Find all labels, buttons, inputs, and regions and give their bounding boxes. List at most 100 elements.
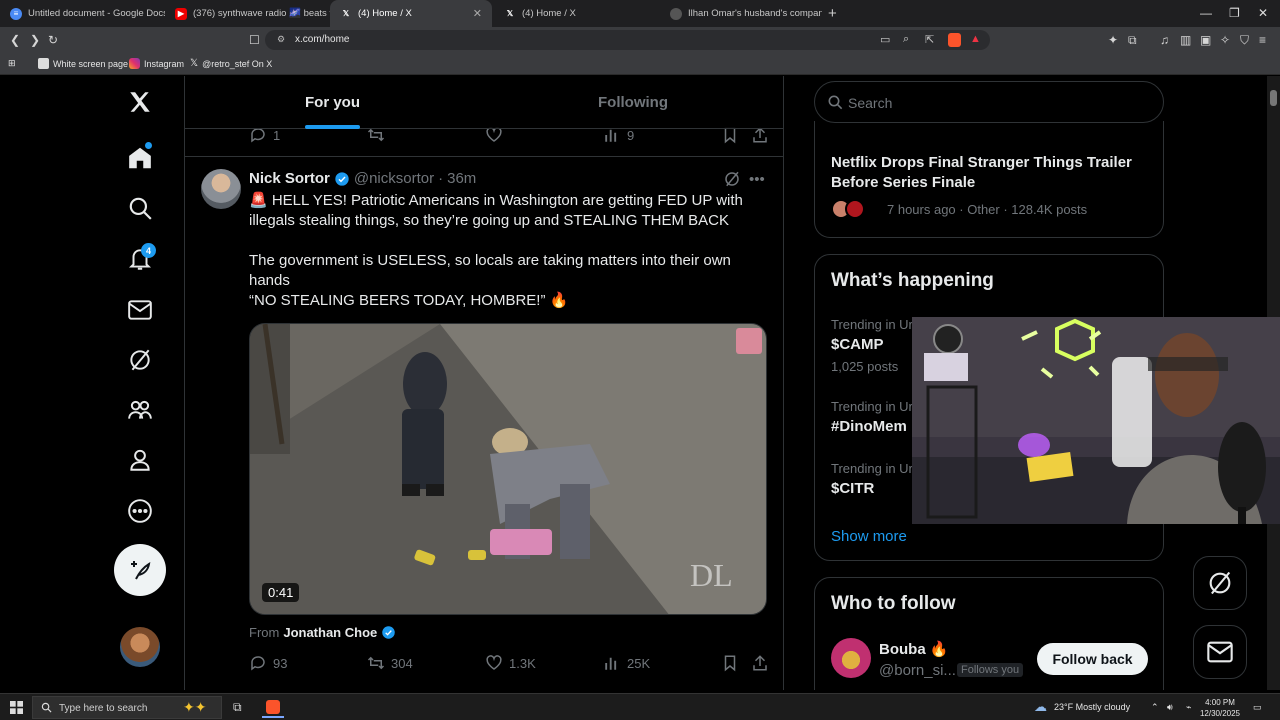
messages-icon[interactable] (122, 292, 158, 328)
minimize-icon[interactable]: — (1200, 6, 1212, 20)
weather-text[interactable]: 23°F Mostly cloudy (1054, 702, 1130, 712)
follows-you-badge: Follows you (957, 663, 1024, 677)
back-icon[interactable]: ❮ (10, 33, 20, 47)
search-input[interactable]: Search (814, 81, 1164, 123)
webcam-feed (912, 317, 1280, 524)
grok-explain-icon[interactable] (723, 170, 741, 188)
x-icon: 𝕏 (506, 9, 514, 18)
bookmark-label: Instagram (144, 58, 185, 69)
tab-for-you[interactable]: For you (305, 94, 360, 111)
windows-start-icon[interactable] (10, 701, 23, 714)
tab-following[interactable]: Following (598, 94, 668, 111)
news-headline[interactable]: Netflix Drops Final Stranger Things Trai… (831, 153, 1151, 193)
browser-tab-bar: ≡ Untitled document - Google Docs ▶ (376… (0, 0, 1280, 27)
url-text[interactable]: x.com/home (295, 34, 349, 45)
repost-button[interactable]: 304 (367, 654, 413, 672)
address-bar[interactable]: ⚙ x.com/home ▭ ⌕ ⇱ ▲ (265, 30, 990, 50)
like-button[interactable]: 1.3K (485, 654, 536, 672)
tweet-author-avatar[interactable] (201, 169, 241, 209)
leo-icon[interactable]: ✧ (1220, 33, 1230, 47)
reader-icon[interactable]: ▭ (880, 33, 890, 46)
browser-tab[interactable]: Ilhan Omar's husband's companies s (660, 0, 822, 27)
wallet-icon[interactable]: ▣ (1200, 33, 1211, 47)
compose-post-button[interactable] (114, 544, 166, 596)
show-more-link[interactable]: Show more (831, 528, 907, 545)
taskbar-search-input[interactable]: Type here to search ✦✦ (32, 696, 222, 719)
volume-icon[interactable]: 🔊︎ (1167, 702, 1173, 713)
extensions-icon[interactable]: ✦ (1108, 33, 1118, 47)
suggested-user-avatar[interactable] (831, 638, 871, 678)
media-icon[interactable]: ♫ (1160, 33, 1169, 47)
video-watermark: DL (690, 557, 733, 593)
tweet-timestamp[interactable]: 36m (447, 170, 476, 187)
repost-count: 304 (391, 655, 413, 671)
scrollbar-thumb[interactable] (1270, 90, 1277, 106)
menu-icon[interactable]: ≡ (1259, 33, 1266, 47)
clock-date: 12/30/2025 (1199, 709, 1241, 718)
x-logo-icon[interactable] (122, 84, 158, 120)
messages-icon (1207, 641, 1233, 663)
share-button[interactable] (751, 654, 769, 672)
suggested-user-name[interactable]: Bouba 🔥 (879, 640, 949, 658)
x-page: 4 1 9 For you Following Nick Sortor @nic… (0, 76, 1280, 690)
tray-chevron-icon[interactable]: ⌃ (1151, 702, 1159, 713)
new-tab-button[interactable]: + (828, 5, 837, 22)
sparkle-icon: ✦✦ (183, 699, 207, 715)
brave-taskbar-button[interactable] (262, 697, 284, 718)
forward-icon[interactable]: ❯ (30, 33, 40, 47)
clock-time: 4:00 PM (1205, 698, 1235, 707)
taskbar-clock[interactable]: 4:00 PM 12/30/2025 (1196, 697, 1244, 719)
grok-icon[interactable] (122, 342, 158, 378)
source-author-link[interactable]: Jonathan Choe (283, 625, 377, 640)
news-card[interactable]: Netflix Drops Final Stranger Things Trai… (814, 121, 1164, 238)
site-info-icon[interactable]: ⚙ (277, 34, 285, 45)
tweet-author-name[interactable]: Nick Sortor (249, 170, 330, 187)
profile-icon[interactable] (122, 442, 158, 478)
search-icon[interactable] (122, 190, 158, 226)
window-close-icon[interactable]: ✕ (1258, 6, 1268, 20)
browser-tab[interactable]: 𝕏 (4) Home / X (494, 0, 654, 27)
grok-floating-button[interactable] (1193, 556, 1247, 610)
maximize-icon[interactable]: ❐ (1229, 6, 1240, 20)
zoom-icon[interactable]: ⌕ (903, 33, 909, 46)
share-icon[interactable]: ⇱ (925, 33, 934, 46)
reload-icon[interactable]: ↻ (48, 33, 58, 47)
account-avatar[interactable] (120, 627, 160, 667)
more-options-icon[interactable]: ••• (749, 171, 765, 188)
network-icon[interactable]: ⌁ (1186, 702, 1191, 713)
home-icon[interactable] (122, 140, 158, 176)
sidebar-icon[interactable]: ▥ (1180, 33, 1191, 47)
follow-back-button[interactable]: Follow back (1037, 643, 1148, 675)
tweet-video[interactable]: DL 0:41 (249, 323, 767, 615)
brave-rewards-icon[interactable]: ▲ (970, 33, 981, 45)
views-button[interactable]: 25K (603, 654, 650, 672)
tweet-author-handle[interactable]: @nicksortor (354, 170, 434, 187)
bookmark-item[interactable]: White screen page (38, 58, 128, 69)
brave-shields-icon[interactable] (948, 33, 961, 47)
screenshot-icon[interactable]: ⧉ (1128, 33, 1137, 47)
messages-floating-button[interactable] (1193, 625, 1247, 679)
more-icon[interactable] (122, 493, 158, 529)
trend-name[interactable]: $CITR (831, 480, 874, 497)
communities-icon[interactable] (122, 392, 158, 428)
notification-center-icon[interactable]: ▭ (1253, 702, 1262, 713)
suggested-user-handle[interactable]: @born_si... (879, 662, 956, 679)
video-source-attribution: From Jonathan Choe (249, 625, 396, 640)
reply-button[interactable]: 93 (249, 654, 287, 672)
bookmark-page-icon[interactable]: ☐ (249, 33, 260, 47)
browser-tab[interactable]: ≡ Untitled document - Google Docs (0, 0, 165, 27)
vpn-icon[interactable]: ⛉ (1240, 33, 1249, 47)
bookmark-item[interactable]: 𝕏 @retro_stef On X (190, 58, 272, 69)
trend-name[interactable]: #DinoMem (831, 418, 907, 435)
task-view-icon[interactable]: ⧉ (233, 700, 242, 715)
close-tab-icon[interactable]: ✕ (473, 7, 482, 20)
trend-name[interactable]: $CAMP (831, 336, 884, 353)
browser-tab-active[interactable]: 𝕏 (4) Home / X ✕ (330, 0, 492, 27)
bookmark-item[interactable]: Instagram (129, 58, 184, 69)
tweet[interactable]: Nick Sortor @nicksortor · 36m ••• 🚨 HELL… (185, 156, 783, 690)
tweet-text-line: The government is USELESS, so locals are… (249, 252, 731, 289)
trend-count: 1,025 posts (831, 359, 899, 374)
bookmark-button[interactable] (721, 654, 739, 672)
apps-icon[interactable]: ⊞ (8, 58, 16, 69)
browser-tab[interactable]: ▶ (376) synthwave radio 🌌 beats t (165, 0, 330, 27)
